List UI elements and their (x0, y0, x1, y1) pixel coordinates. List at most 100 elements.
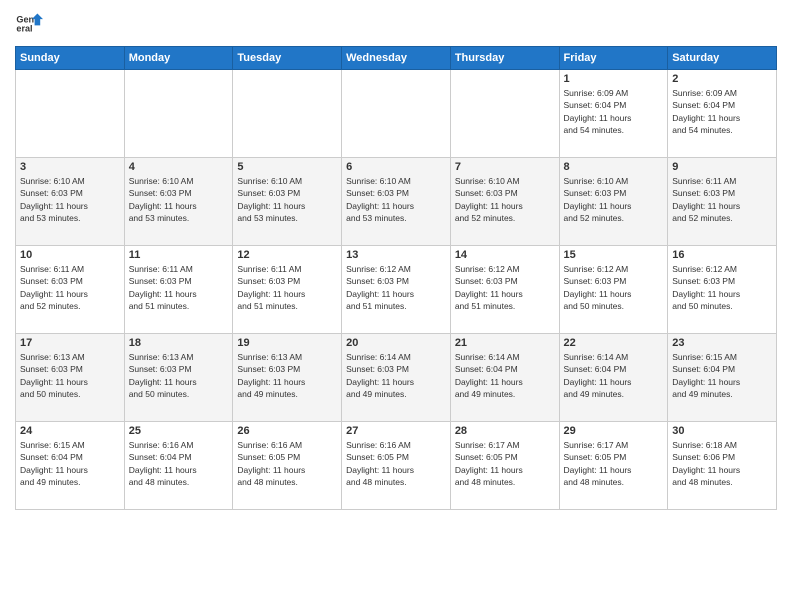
day-info: Sunrise: 6:12 AM Sunset: 6:03 PM Dayligh… (564, 263, 664, 312)
day-info: Sunrise: 6:16 AM Sunset: 6:05 PM Dayligh… (346, 439, 446, 488)
calendar-cell: 4Sunrise: 6:10 AM Sunset: 6:03 PM Daylig… (124, 158, 233, 246)
day-number: 15 (564, 249, 664, 261)
day-number: 21 (455, 337, 555, 349)
calendar-cell: 18 Sunrise: 6:13 AM Sunset: 6:03 PM Dayli… (124, 334, 233, 422)
day-info: Sunrise: 6:14 AM Sunset: 6:04 PM Dayligh… (455, 351, 555, 400)
calendar-header-row: SundayMondayTuesdayWednesdayThursdayFrid… (16, 47, 777, 70)
day-number: 7 (455, 161, 555, 173)
day-number: 2 (672, 73, 772, 85)
day-number: 16 (672, 249, 772, 261)
day-number: 10 (20, 249, 120, 261)
day-info: Sunrise: 6:11 AM Sunset: 6:03 PM Dayligh… (237, 263, 337, 312)
weekday-header: Sunday (16, 47, 125, 70)
calendar-cell: 21 Sunrise: 6:14 AM Sunset: 6:04 PM Dayli… (450, 334, 559, 422)
day-info: Sunrise: 6:17 AM Sunset: 6:05 PM Dayligh… (564, 439, 664, 488)
calendar-cell: 17 Sunrise: 6:13 AM Sunset: 6:03 PM Dayli… (16, 334, 125, 422)
day-number: 22 (564, 337, 664, 349)
logo-icon: Gen eral (15, 10, 43, 38)
calendar-cell: 9 Sunrise: 6:11 AM Sunset: 6:03 PM Daylig… (668, 158, 777, 246)
day-info: Sunrise: 6:13 AM Sunset: 6:03 PM Dayligh… (237, 351, 337, 400)
day-number: 3 (20, 161, 120, 173)
day-number: 26 (237, 425, 337, 437)
day-number: 1 (564, 73, 664, 85)
svg-text:eral: eral (16, 24, 32, 34)
header: Gen eral (15, 10, 777, 38)
day-number: 6 (346, 161, 446, 173)
page: Gen eral SundayMondayTuesdayWednesdayThu… (0, 0, 792, 612)
calendar-cell: 24 Sunrise: 6:15 AM Sunset: 6:04 PM Dayli… (16, 422, 125, 510)
day-info: Sunrise: 6:09 AM Sunset: 6:04 PM Dayligh… (564, 87, 664, 136)
calendar-week-row: 24 Sunrise: 6:15 AM Sunset: 6:04 PM Dayli… (16, 422, 777, 510)
calendar-cell (233, 70, 342, 158)
day-info: Sunrise: 6:16 AM Sunset: 6:05 PM Dayligh… (237, 439, 337, 488)
calendar: SundayMondayTuesdayWednesdayThursdayFrid… (15, 46, 777, 510)
logo: Gen eral (15, 10, 47, 38)
calendar-cell (16, 70, 125, 158)
day-info: Sunrise: 6:15 AM Sunset: 6:04 PM Dayligh… (672, 351, 772, 400)
day-info: Sunrise: 6:11 AM Sunset: 6:03 PM Dayligh… (672, 175, 772, 224)
day-number: 23 (672, 337, 772, 349)
calendar-cell: 25Sunrise: 6:16 AM Sunset: 6:04 PM Dayli… (124, 422, 233, 510)
day-number: 9 (672, 161, 772, 173)
day-number: 4 (129, 161, 229, 173)
weekday-header: Tuesday (233, 47, 342, 70)
day-number: 17 (20, 337, 120, 349)
calendar-week-row: 17 Sunrise: 6:13 AM Sunset: 6:03 PM Dayli… (16, 334, 777, 422)
calendar-week-row: 3 Sunrise: 6:10 AM Sunset: 6:03 PM Daylig… (16, 158, 777, 246)
calendar-cell: 20Sunrise: 6:14 AM Sunset: 6:03 PM Dayli… (342, 334, 451, 422)
day-info: Sunrise: 6:14 AM Sunset: 6:04 PM Dayligh… (564, 351, 664, 400)
day-number: 5 (237, 161, 337, 173)
calendar-cell: 28 Sunrise: 6:17 AM Sunset: 6:05 PM Dayli… (450, 422, 559, 510)
day-number: 13 (346, 249, 446, 261)
day-info: Sunrise: 6:10 AM Sunset: 6:03 PM Dayligh… (20, 175, 120, 224)
day-info: Sunrise: 6:15 AM Sunset: 6:04 PM Dayligh… (20, 439, 120, 488)
calendar-cell: 6 Sunrise: 6:10 AM Sunset: 6:03 PM Daylig… (342, 158, 451, 246)
calendar-cell: 11 Sunrise: 6:11 AM Sunset: 6:03 PM Dayli… (124, 246, 233, 334)
day-info: Sunrise: 6:13 AM Sunset: 6:03 PM Dayligh… (20, 351, 120, 400)
day-info: Sunrise: 6:16 AM Sunset: 6:04 PM Dayligh… (129, 439, 229, 488)
day-info: Sunrise: 6:10 AM Sunset: 6:03 PM Dayligh… (237, 175, 337, 224)
day-number: 29 (564, 425, 664, 437)
calendar-cell (450, 70, 559, 158)
day-number: 28 (455, 425, 555, 437)
calendar-cell: 13Sunrise: 6:12 AM Sunset: 6:03 PM Dayli… (342, 246, 451, 334)
calendar-week-row: 1 Sunrise: 6:09 AM Sunset: 6:04 PM Daylig… (16, 70, 777, 158)
day-number: 30 (672, 425, 772, 437)
day-number: 12 (237, 249, 337, 261)
day-info: Sunrise: 6:11 AM Sunset: 6:03 PM Dayligh… (129, 263, 229, 312)
day-info: Sunrise: 6:13 AM Sunset: 6:03 PM Dayligh… (129, 351, 229, 400)
day-info: Sunrise: 6:11 AM Sunset: 6:03 PM Dayligh… (20, 263, 120, 312)
day-number: 8 (564, 161, 664, 173)
calendar-cell: 22 Sunrise: 6:14 AM Sunset: 6:04 PM Dayli… (559, 334, 668, 422)
day-number: 20 (346, 337, 446, 349)
calendar-cell: 8 Sunrise: 6:10 AM Sunset: 6:03 PM Daylig… (559, 158, 668, 246)
calendar-cell: 3 Sunrise: 6:10 AM Sunset: 6:03 PM Daylig… (16, 158, 125, 246)
weekday-header: Monday (124, 47, 233, 70)
calendar-week-row: 10 Sunrise: 6:11 AM Sunset: 6:03 PM Dayli… (16, 246, 777, 334)
calendar-cell: 19 Sunrise: 6:13 AM Sunset: 6:03 PM Dayli… (233, 334, 342, 422)
day-info: Sunrise: 6:10 AM Sunset: 6:03 PM Dayligh… (346, 175, 446, 224)
day-number: 18 (129, 337, 229, 349)
calendar-cell: 16Sunrise: 6:12 AM Sunset: 6:03 PM Dayli… (668, 246, 777, 334)
calendar-cell: 23 Sunrise: 6:15 AM Sunset: 6:04 PM Dayli… (668, 334, 777, 422)
calendar-cell: 5 Sunrise: 6:10 AM Sunset: 6:03 PM Daylig… (233, 158, 342, 246)
day-number: 24 (20, 425, 120, 437)
calendar-cell: 10 Sunrise: 6:11 AM Sunset: 6:03 PM Dayli… (16, 246, 125, 334)
day-info: Sunrise: 6:12 AM Sunset: 6:03 PM Dayligh… (455, 263, 555, 312)
day-info: Sunrise: 6:10 AM Sunset: 6:03 PM Dayligh… (564, 175, 664, 224)
day-number: 14 (455, 249, 555, 261)
day-info: Sunrise: 6:10 AM Sunset: 6:03 PM Dayligh… (455, 175, 555, 224)
day-number: 11 (129, 249, 229, 261)
day-number: 19 (237, 337, 337, 349)
weekday-header: Saturday (668, 47, 777, 70)
calendar-cell: 14 Sunrise: 6:12 AM Sunset: 6:03 PM Dayli… (450, 246, 559, 334)
weekday-header: Thursday (450, 47, 559, 70)
calendar-cell: 15 Sunrise: 6:12 AM Sunset: 6:03 PM Dayli… (559, 246, 668, 334)
calendar-cell: 1 Sunrise: 6:09 AM Sunset: 6:04 PM Daylig… (559, 70, 668, 158)
calendar-cell: 26 Sunrise: 6:16 AM Sunset: 6:05 PM Dayli… (233, 422, 342, 510)
day-number: 27 (346, 425, 446, 437)
calendar-cell: 27 Sunrise: 6:16 AM Sunset: 6:05 PM Dayli… (342, 422, 451, 510)
day-info: Sunrise: 6:18 AM Sunset: 6:06 PM Dayligh… (672, 439, 772, 488)
calendar-cell (124, 70, 233, 158)
day-info: Sunrise: 6:17 AM Sunset: 6:05 PM Dayligh… (455, 439, 555, 488)
